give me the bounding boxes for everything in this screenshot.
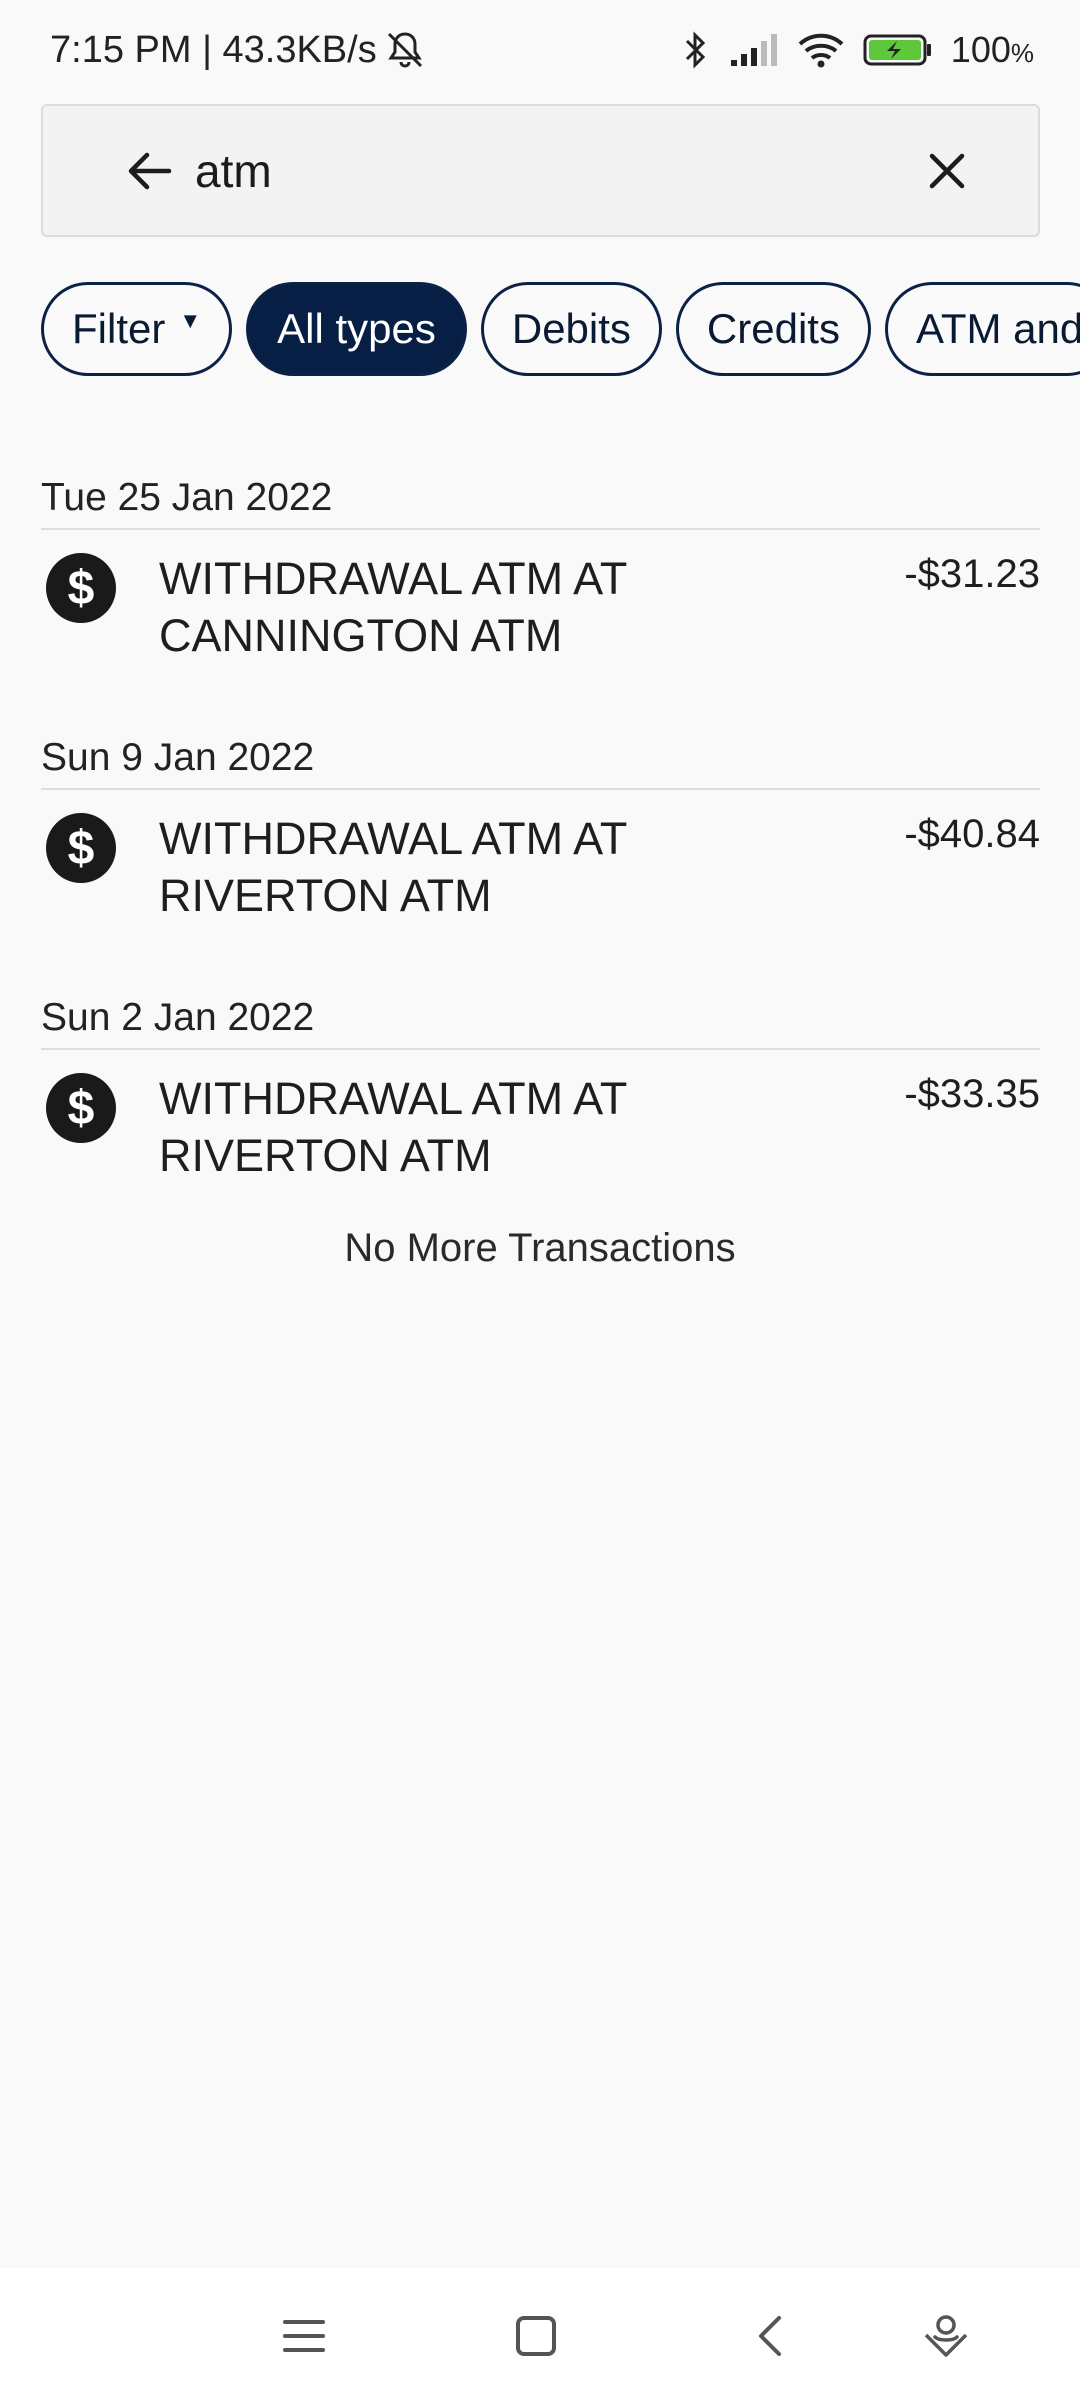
status-left: 7:15 PM | 43.3KB/s — [50, 28, 427, 72]
transaction-description: WITHDRAWAL ATM AT RIVERTON ATM — [159, 810, 904, 924]
dollar-circle-icon: $ — [46, 1073, 116, 1143]
status-right: 100% — [681, 29, 1034, 71]
battery-percent-unit: % — [1010, 38, 1034, 68]
battery-percent-value: 100 — [950, 29, 1011, 70]
svg-text:$: $ — [68, 562, 95, 615]
no-more-transactions: No More Transactions — [344, 1226, 736, 1270]
wifi-icon — [797, 31, 845, 69]
chip-label: Credits — [706, 305, 840, 352]
chip-all-types[interactable]: All types — [246, 282, 467, 376]
transaction-date-header: Tue 25 Jan 2022 — [41, 470, 1040, 530]
transaction-description-line1: WITHDRAWAL ATM AT — [159, 813, 628, 864]
menu-icon[interactable] — [272, 2304, 336, 2368]
transaction-group: Sun 9 Jan 2022 $ WITHDRAWAL ATM AT RIVER… — [41, 730, 1040, 990]
transaction-description-line1: WITHDRAWAL ATM AT — [159, 1073, 628, 1124]
status-time-speed: 7:15 PM | 43.3KB/s — [50, 28, 377, 71]
arrow-left-icon[interactable] — [107, 128, 193, 214]
transaction-amount: -$33.35 — [904, 1072, 1040, 1116]
filter-chips: Filter ▼ All types Debits Credits ATM an… — [41, 282, 1080, 376]
transaction-group: Sun 2 Jan 2022 $ WITHDRAWAL ATM AT RIVER… — [41, 990, 1040, 1250]
search-bar — [41, 104, 1040, 237]
chip-credits[interactable]: Credits — [675, 282, 871, 376]
transaction-description-line2: RIVERTON ATM — [159, 870, 492, 921]
chip-atm[interactable]: ATM and — [884, 282, 1080, 376]
transaction-date-header: Sun 2 Jan 2022 — [41, 990, 1040, 1050]
home-square-icon[interactable] — [504, 2304, 568, 2368]
transaction-list: Tue 25 Jan 2022 $ WITHDRAWAL ATM AT CANN… — [41, 470, 1040, 1250]
mute-bell-icon — [383, 28, 427, 72]
transaction-row[interactable]: $ WITHDRAWAL ATM AT RIVERTON ATM -$33.35 — [41, 1050, 1040, 1184]
transaction-description: WITHDRAWAL ATM AT RIVERTON ATM — [159, 1070, 904, 1184]
transaction-description-line2: RIVERTON ATM — [159, 1130, 492, 1181]
filter-dropdown-chip[interactable]: Filter ▼ — [41, 282, 233, 376]
search-input[interactable] — [195, 143, 904, 198]
transaction-row[interactable]: $ WITHDRAWAL ATM AT CANNINGTON ATM -$31.… — [41, 530, 1040, 664]
bluetooth-icon — [681, 29, 711, 71]
transaction-group: Tue 25 Jan 2022 $ WITHDRAWAL ATM AT CANN… — [41, 470, 1040, 730]
status-bar: 7:15 PM | 43.3KB/s 100% — [0, 0, 1080, 100]
transaction-description: WITHDRAWAL ATM AT CANNINGTON ATM — [159, 550, 904, 664]
chip-label: ATM and — [915, 305, 1080, 352]
transaction-row[interactable]: $ WITHDRAWAL ATM AT RIVERTON ATM -$40.84 — [41, 790, 1040, 924]
assistant-icon[interactable] — [914, 2304, 978, 2368]
transaction-amount: -$40.84 — [904, 812, 1040, 856]
transaction-amount: -$31.23 — [904, 552, 1040, 596]
system-nav-bar — [0, 2268, 1080, 2400]
dollar-circle-icon: $ — [46, 813, 116, 883]
chip-label: Debits — [511, 305, 631, 352]
caret-down-icon: ▼ — [179, 308, 202, 333]
chip-label: Filter — [72, 305, 166, 352]
svg-text:$: $ — [68, 1082, 95, 1135]
dollar-circle-icon: $ — [46, 553, 116, 623]
chip-label: All types — [277, 305, 436, 352]
battery-percent: 100% — [951, 29, 1034, 71]
chip-debits[interactable]: Debits — [480, 282, 662, 376]
battery-charging-icon — [863, 32, 933, 68]
svg-text:$: $ — [68, 822, 95, 875]
signal-icon — [729, 32, 779, 68]
close-icon[interactable] — [904, 128, 990, 214]
transaction-description-line1: WITHDRAWAL ATM AT — [159, 553, 628, 604]
back-chevron-icon[interactable] — [738, 2304, 802, 2368]
transaction-date-header: Sun 9 Jan 2022 — [41, 730, 1040, 790]
transaction-description-line2: CANNINGTON ATM — [159, 610, 563, 661]
